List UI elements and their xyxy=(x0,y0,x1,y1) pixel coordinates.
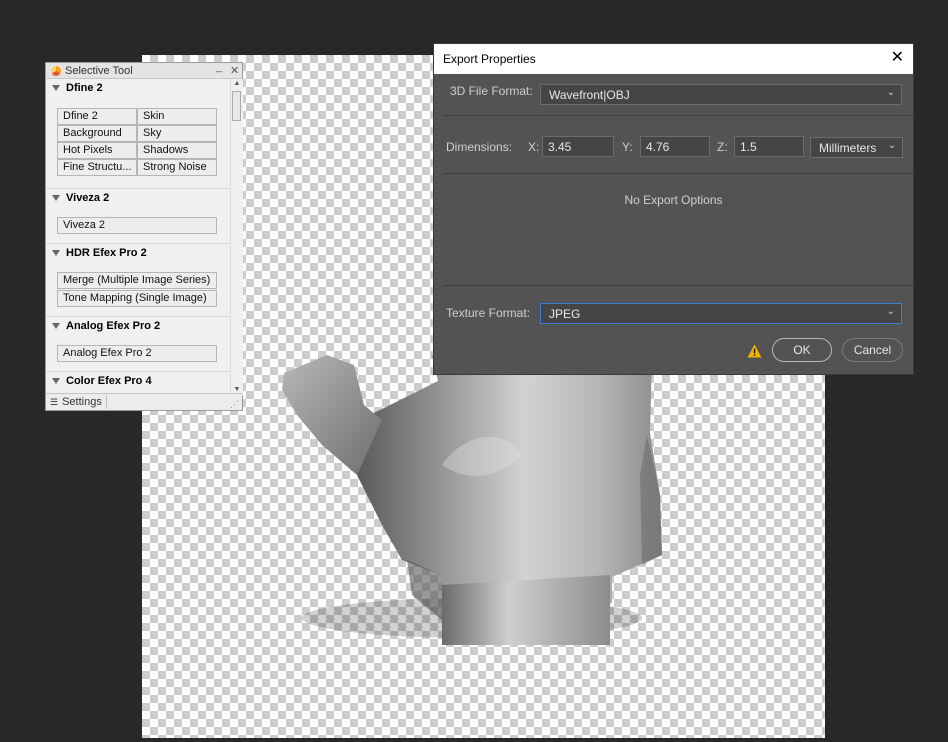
texture-format-value: JPEG xyxy=(549,306,581,321)
filter-button-skin[interactable]: Skin xyxy=(137,108,217,125)
file-format-value: Wavefront|OBJ xyxy=(549,87,630,102)
filter-button-background[interactable]: Background xyxy=(57,125,137,142)
no-export-options-text: No Export Options xyxy=(624,193,723,207)
units-value: Millimeters xyxy=(819,140,877,155)
z-label: Z: xyxy=(717,140,728,154)
y-dimension-input[interactable]: 4.76 xyxy=(640,136,710,157)
selective-tool-title: Selective Tool xyxy=(65,64,133,77)
section-title: HDR Efex Pro 2 xyxy=(66,246,147,259)
export-properties-dialog: Export Properties ✕ 3D File Format: Wave… xyxy=(433,43,914,375)
file-format-label: 3D File Format: xyxy=(450,84,533,98)
selective-tool-list: Dfine 2 Dfine 2 Skin Background Sky Hot … xyxy=(46,79,230,393)
x-dimension-input[interactable]: 3.45 xyxy=(542,136,614,157)
filter-button-strong-noise[interactable]: Strong Noise xyxy=(137,159,217,176)
texture-format-dropdown[interactable]: JPEG ⌄ xyxy=(540,303,902,324)
divider xyxy=(443,115,913,116)
section-title: Viveza 2 xyxy=(66,191,110,204)
section-title: Color Efex Pro 4 xyxy=(66,374,152,387)
filter-button-sky[interactable]: Sky xyxy=(137,125,217,142)
scroll-up-icon[interactable]: ▲ xyxy=(231,79,243,89)
scrollbar-thumb[interactable] xyxy=(232,91,241,121)
filter-button-hdr-tone-mapping[interactable]: Tone Mapping (Single Image) xyxy=(57,290,217,307)
cancel-button[interactable]: Cancel xyxy=(842,338,903,362)
filter-button-hot-pixels[interactable]: Hot Pixels xyxy=(57,142,137,159)
section-viveza-2[interactable]: Viveza 2 xyxy=(46,188,230,206)
settings-icon: ☰ xyxy=(50,396,59,407)
collapse-triangle-icon[interactable] xyxy=(52,194,60,201)
chevron-down-icon: ⌄ xyxy=(887,140,896,151)
y-label: Y: xyxy=(622,140,633,154)
texture-format-label: Texture Format: xyxy=(446,306,531,320)
divider xyxy=(443,285,913,286)
divider xyxy=(443,173,913,174)
collapse-triangle-icon[interactable] xyxy=(52,377,60,384)
dialog-title: Export Properties xyxy=(443,52,536,66)
filter-button-dfine-2[interactable]: Dfine 2 xyxy=(57,108,137,125)
selective-tool-titlebar[interactable]: Selective Tool _ ✕ xyxy=(46,61,242,79)
chevron-down-icon: ⌄ xyxy=(886,87,895,98)
warning-icon xyxy=(747,344,762,358)
file-format-row: 3D File Format: xyxy=(450,84,533,98)
filter-button-fine-structures[interactable]: Fine Structu... xyxy=(57,159,137,176)
chevron-down-icon: ⌄ xyxy=(886,306,895,317)
z-dimension-input[interactable]: 1.5 xyxy=(734,136,804,157)
settings-label: Settings xyxy=(62,396,102,408)
filter-button-hdr-merge[interactable]: Merge (Multiple Image Series) xyxy=(57,272,217,289)
section-title: Dfine 2 xyxy=(66,82,103,94)
section-hdr-efex-pro-2[interactable]: HDR Efex Pro 2 xyxy=(46,243,230,261)
x-label: X: xyxy=(528,140,540,154)
minimize-icon[interactable]: _ xyxy=(216,61,222,73)
dimensions-label: Dimensions: xyxy=(446,140,513,154)
close-icon[interactable]: ✕ xyxy=(230,64,239,77)
units-dropdown[interactable]: Millimeters ⌄ xyxy=(810,137,903,158)
section-color-efex-pro-4[interactable]: Color Efex Pro 4 xyxy=(46,371,230,389)
collapse-triangle-icon[interactable] xyxy=(52,85,60,91)
ok-button[interactable]: OK xyxy=(772,338,832,362)
selective-tool-panel: Selective Tool _ ✕ Dfine 2 Dfine 2 Skin … xyxy=(45,61,243,411)
dialog-titlebar[interactable]: Export Properties ✕ xyxy=(434,44,913,74)
nik-logo-icon xyxy=(51,65,61,76)
section-dfine-2[interactable]: Dfine 2 xyxy=(46,79,230,97)
section-analog-efex-pro-2[interactable]: Analog Efex Pro 2 xyxy=(46,316,230,334)
filter-button-analog-efex-pro-2[interactable]: Analog Efex Pro 2 xyxy=(57,345,217,362)
close-icon[interactable]: ✕ xyxy=(891,49,904,67)
collapse-triangle-icon[interactable] xyxy=(52,249,60,256)
resize-grip-icon[interactable]: ⋰ xyxy=(230,399,239,410)
selective-tool-scrollbar[interactable]: ▲ ▼ xyxy=(230,79,243,395)
collapse-triangle-icon[interactable] xyxy=(52,322,60,329)
settings-tab[interactable]: ☰ Settings xyxy=(46,395,107,409)
selective-tool-footer: ☰ Settings ⋰ xyxy=(46,393,242,410)
filter-button-shadows[interactable]: Shadows xyxy=(137,142,217,159)
section-title: Analog Efex Pro 2 xyxy=(66,319,161,332)
filter-button-viveza-2[interactable]: Viveza 2 xyxy=(57,217,217,234)
file-format-dropdown[interactable]: Wavefront|OBJ ⌄ xyxy=(540,84,902,105)
